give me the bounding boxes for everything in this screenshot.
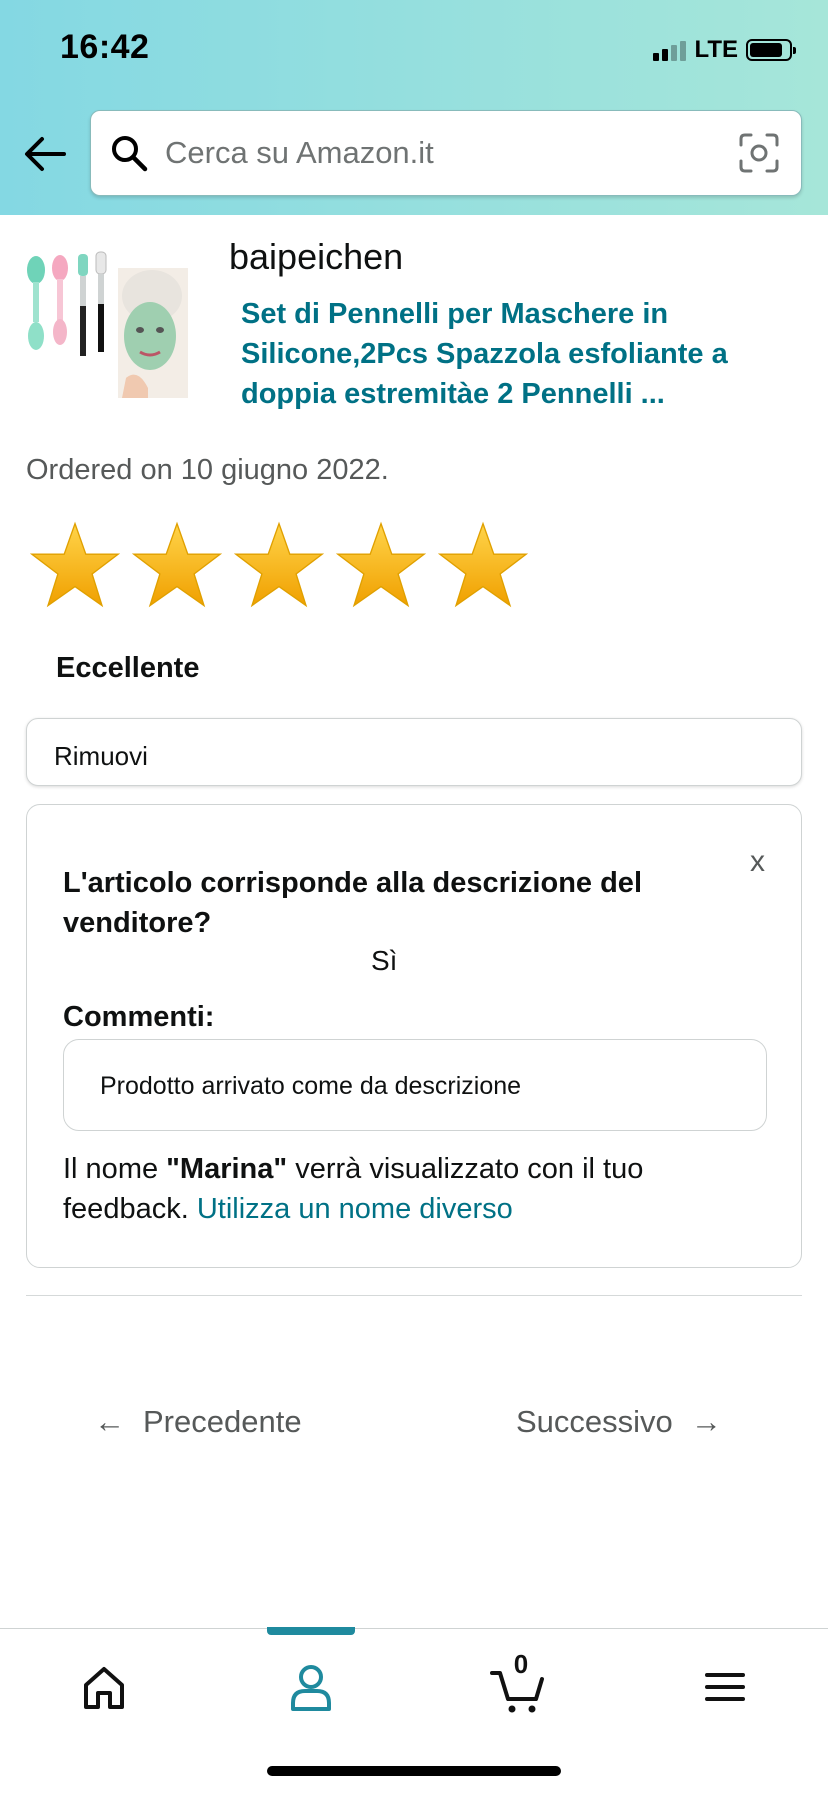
feedback-question: L'articolo corrisponde alla descrizione …	[63, 867, 642, 939]
menu-icon[interactable]	[695, 1657, 755, 1717]
search-bar[interactable]: Cerca su Amazon.it	[90, 110, 802, 196]
search-icon	[112, 136, 148, 172]
account-icon[interactable]	[281, 1657, 341, 1717]
product-title-link[interactable]: Set di Pennelli per Maschere in Silicone…	[241, 294, 801, 414]
previous-button[interactable]: ← Precedente	[94, 1404, 302, 1440]
home-indicator	[267, 1766, 561, 1776]
star-icon[interactable]	[234, 520, 324, 610]
star-icon[interactable]	[438, 520, 528, 610]
arrow-right-icon: →	[690, 1404, 722, 1439]
close-icon[interactable]: x	[750, 845, 765, 879]
arrow-left-icon: ←	[94, 1404, 125, 1439]
home-icon[interactable]	[74, 1657, 134, 1717]
signal-icon	[653, 39, 687, 61]
previous-label: Precedente	[143, 1404, 302, 1439]
display-name-note: Il nome "Marina" verrà visualizzato con …	[63, 1149, 763, 1229]
back-arrow-icon[interactable]	[22, 134, 68, 174]
network-label: LTE	[694, 36, 738, 63]
active-tab-indicator	[267, 1627, 355, 1635]
feedback-answer: Sì	[371, 945, 398, 976]
display-name: "Marina"	[166, 1153, 288, 1185]
feedback-card: x L'articolo corrisponde alla descrizion…	[26, 804, 802, 1268]
name-note-prefix: Il nome	[63, 1153, 167, 1185]
camera-scan-icon[interactable]	[737, 131, 781, 175]
next-button[interactable]: Successivo →	[516, 1404, 740, 1440]
order-date: Ordered on 10 giugno 2022.	[26, 454, 389, 486]
star-rating[interactable]	[30, 520, 528, 610]
search-input[interactable]: Cerca su Amazon.it	[165, 135, 434, 171]
rating-label: Eccellente	[56, 652, 200, 684]
star-icon[interactable]	[336, 520, 426, 610]
product-image[interactable]	[22, 248, 188, 398]
cart-button[interactable]: 0	[488, 1649, 548, 1717]
star-icon[interactable]	[132, 520, 222, 610]
product-brand: baipeichen	[229, 236, 404, 277]
battery-icon	[746, 39, 796, 61]
status-indicators: LTE	[653, 36, 796, 64]
cart-count: 0	[513, 1649, 529, 1679]
star-icon[interactable]	[30, 520, 120, 610]
comments-label: Commenti:	[63, 1001, 215, 1033]
change-name-link[interactable]: Utilizza un nome diverso	[197, 1193, 513, 1225]
header: 16:42 LTE Cerca su Amazon.it	[0, 0, 828, 215]
divider	[26, 1295, 802, 1296]
comments-field[interactable]: Prodotto arrivato come da descrizione	[63, 1039, 767, 1131]
remove-button[interactable]: Rimuovi	[26, 718, 802, 786]
next-label: Successivo	[516, 1404, 673, 1439]
status-time: 16:42	[60, 28, 150, 66]
